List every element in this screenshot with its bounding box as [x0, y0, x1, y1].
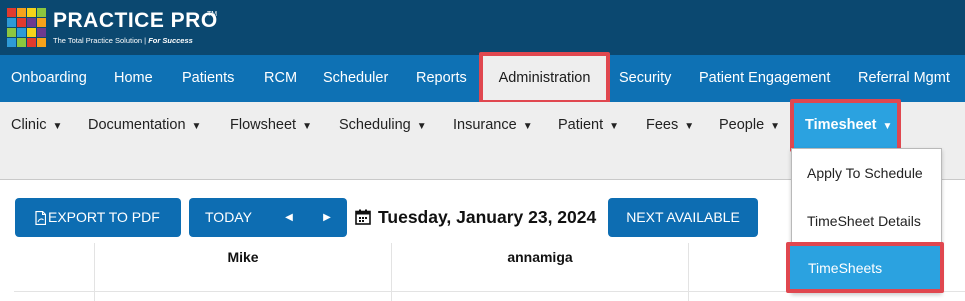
subnav-item-scheduling[interactable]: Scheduling ▼ — [339, 115, 427, 135]
caret-down-icon: ▼ — [882, 121, 893, 132]
nav-item-rcm[interactable]: RCM — [264, 55, 297, 102]
caret-down-icon: ▼ — [191, 121, 202, 132]
app-header: Practice Pro TM The Total Practice Solut… — [0, 0, 965, 55]
triangle-right-icon[interactable]: ▶ — [317, 198, 337, 237]
subnav-item-flowsheet[interactable]: Flowsheet ▼ — [230, 115, 312, 135]
caret-down-icon: ▼ — [416, 121, 427, 132]
caret-down-icon: ▼ — [52, 121, 63, 132]
export-to-pdf-button[interactable]: EXPORT TO PDF — [15, 198, 181, 237]
nav-item-reports[interactable]: Reports — [416, 55, 467, 102]
menu-item-timesheet-details[interactable]: TimeSheet Details — [807, 211, 921, 231]
caret-down-icon: ▼ — [684, 121, 695, 132]
today-button-group: TODAY ◀ ▶ — [189, 198, 347, 237]
next-available-button[interactable]: NEXT AVAILABLE — [608, 198, 758, 237]
provider-column-header: Mike — [227, 249, 259, 265]
logo-mosaic-icon — [7, 8, 47, 48]
provider-column-header: annamiga — [507, 249, 573, 265]
subnav-item-timesheet[interactable]: Timesheet ▼ — [805, 115, 892, 135]
nav-item-home[interactable]: Home — [114, 55, 153, 102]
today-button[interactable]: TODAY — [205, 198, 252, 237]
subnav-item-fees[interactable]: Fees ▼ — [646, 115, 694, 135]
nav-item-patient-engagement[interactable]: Patient Engagement — [699, 55, 830, 102]
caret-down-icon: ▼ — [770, 121, 781, 132]
subnav-item-insurance[interactable]: Insurance ▼ — [453, 115, 533, 135]
nav-item-onboarding[interactable]: Onboarding — [11, 55, 87, 102]
logo-trademark: TM — [207, 11, 218, 18]
triangle-left-icon[interactable]: ◀ — [279, 198, 299, 237]
caret-down-icon: ▼ — [302, 121, 312, 132]
pdf-file-icon — [35, 211, 46, 225]
date-label: Tuesday, January 23, 2024 — [378, 207, 597, 227]
practice-pro-logo[interactable]: Practice Pro TM The Total Practice Solut… — [7, 8, 217, 48]
subnav-item-patient[interactable]: Patient ▼ — [558, 115, 619, 135]
logo-tagline: The Total Practice Solution | For Succes… — [53, 36, 193, 45]
caret-down-icon: ▼ — [609, 121, 620, 132]
subnav-item-people[interactable]: People ▼ — [719, 115, 780, 135]
grid-divider — [688, 243, 689, 301]
calendar-icon — [355, 209, 371, 225]
export-to-pdf-label: EXPORT TO PDF — [48, 209, 160, 225]
nav-item-patients[interactable]: Patients — [182, 55, 234, 102]
nav-item-security[interactable]: Security — [619, 55, 671, 102]
subnav-item-documentation[interactable]: Documentation ▼ — [88, 115, 201, 135]
menu-item-timesheets[interactable]: TimeSheets — [808, 258, 882, 278]
nav-item-scheduler[interactable]: Scheduler — [323, 55, 388, 102]
menu-item-apply-to-schedule[interactable]: Apply To Schedule — [807, 163, 923, 183]
logo-wordmark: Practice Pro — [53, 9, 218, 32]
nav-item-referral-mgmt[interactable]: Referral Mgmt — [858, 55, 950, 102]
subnav-item-clinic[interactable]: Clinic ▼ — [11, 115, 62, 135]
administration-highlight-box — [479, 52, 610, 104]
caret-down-icon: ▼ — [522, 121, 533, 132]
